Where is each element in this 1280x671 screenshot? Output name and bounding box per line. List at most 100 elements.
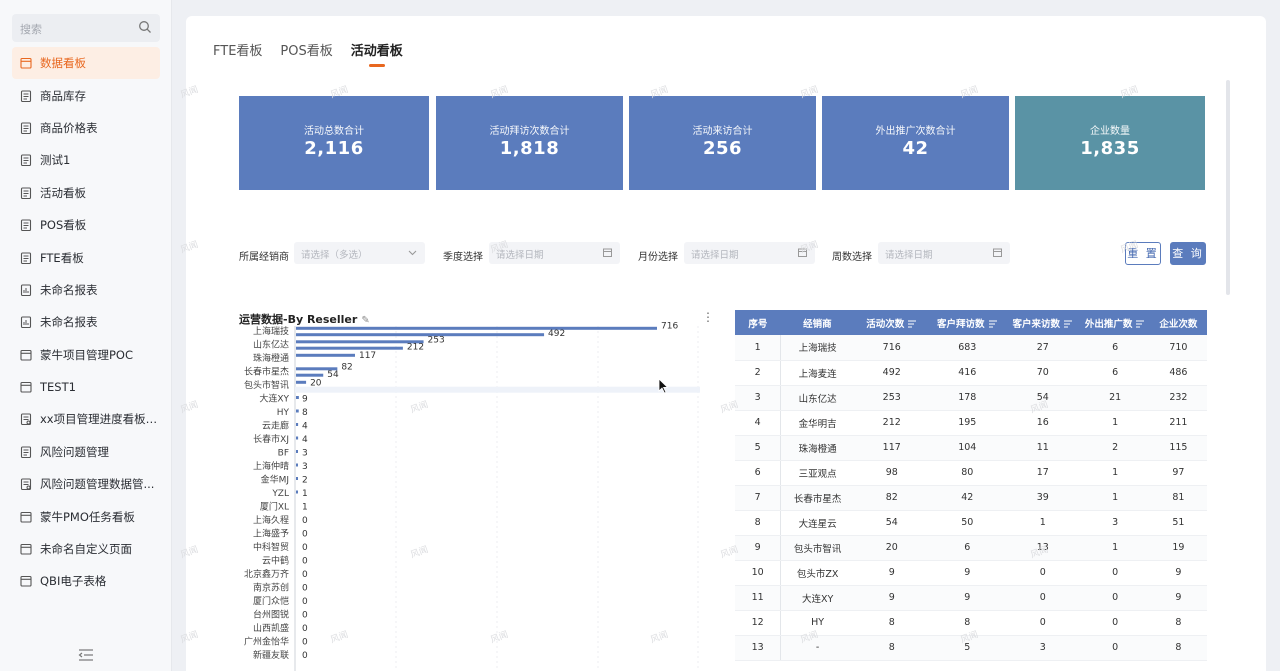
table-row[interactable]: 9 包头市智讯 20 6 13 1 19 <box>735 535 1207 561</box>
calendar-icon <box>993 248 1002 257</box>
table-cell: 3 <box>735 385 782 411</box>
table-cell: 70 <box>1005 360 1081 386</box>
doc-icon <box>20 251 32 264</box>
search-box[interactable]: 搜索 <box>12 14 160 42</box>
sidebar-item[interactable]: xx项目管理进度看板-... <box>12 403 160 435</box>
table-row[interactable]: 10 包头市ZX 9 9 0 0 9 <box>735 560 1207 586</box>
calendar-icon <box>20 349 32 361</box>
table-cell: 486 <box>1149 360 1207 386</box>
sidebar-item[interactable]: 风险问题管理 <box>12 436 160 468</box>
table-header-label: 活动次数 <box>866 318 905 330</box>
doc-icon <box>20 446 32 458</box>
bar <box>296 436 299 440</box>
data-label: 3 <box>302 449 308 459</box>
table-cell: 8 <box>1149 635 1207 661</box>
vertical-scrollbar[interactable] <box>1226 80 1230 295</box>
search-icon[interactable] <box>138 20 152 34</box>
table-row[interactable]: 5 珠海橙通 117 104 11 2 115 <box>735 435 1207 461</box>
table-cell: 9 <box>735 535 782 561</box>
y-axis-label: 云中鹤 <box>262 555 289 567</box>
y-axis-label: 长春市星杰 <box>244 366 289 378</box>
table-cell: 9 <box>1149 585 1207 611</box>
doc-icon <box>20 90 32 102</box>
table-cell: 0 <box>1005 610 1081 636</box>
table-cell: 117 <box>853 435 930 461</box>
sidebar-item[interactable]: 商品库存 <box>12 79 160 111</box>
y-axis-label: 金华MJ <box>261 474 289 486</box>
table-cell: 416 <box>929 360 1006 386</box>
sidebar-item[interactable]: FTE看板 <box>12 241 160 273</box>
sidebar-item-label: 未命名自定义页面 <box>40 542 132 557</box>
bar <box>296 380 307 384</box>
sidebar-item[interactable]: 测试1 <box>12 144 160 176</box>
sidebar-item[interactable]: 蒙牛PMO任务看板 <box>12 500 160 532</box>
bar <box>296 396 299 399</box>
sort-icon[interactable] <box>1063 320 1073 328</box>
table-cell: 8 <box>853 610 930 636</box>
sidebar-item[interactable]: 未命名报表 <box>12 306 160 338</box>
table-cell: 0 <box>1005 585 1081 611</box>
search-input[interactable]: 搜索 <box>20 21 42 37</box>
table-row[interactable]: 6 三亚观点 98 80 17 1 97 <box>735 460 1207 486</box>
table-header-cell[interactable]: 外出推广数 <box>1080 310 1150 335</box>
table-cell: 8 <box>853 635 930 661</box>
sidebar-item[interactable]: 商品价格表 <box>12 112 160 144</box>
table-header-cell[interactable]: 序号 <box>735 310 781 335</box>
sidebar-item[interactable]: TEST1 <box>12 371 160 403</box>
sort-icon[interactable] <box>1135 320 1145 328</box>
kpi-card: 外出推广次数合计 42 <box>822 96 1009 190</box>
table-header-label: 企业次数 <box>1159 318 1198 330</box>
sort-icon[interactable] <box>907 320 917 328</box>
collapse-menu-icon[interactable] <box>78 648 94 662</box>
table-row[interactable]: 8 大连星云 54 50 1 3 51 <box>735 510 1207 536</box>
y-axis-label: 中科智贸 <box>253 541 289 553</box>
table-header-cell[interactable]: 活动次数 <box>853 310 930 335</box>
sidebar-item[interactable]: 数据看板 <box>12 47 160 80</box>
table-row[interactable]: 4 金华明吉 212 195 16 1 211 <box>735 410 1207 436</box>
sidebar-item[interactable]: 活动看板 <box>12 177 160 209</box>
data-label: 212 <box>407 343 424 353</box>
query-button[interactable]: 查 询 <box>1170 242 1206 265</box>
sidebar-item-label: 数据看板 <box>40 56 86 71</box>
table-header-cell[interactable]: 经销商 <box>780 310 854 335</box>
y-axis-label: 云走廊 <box>262 420 289 432</box>
sidebar-item-label: 测试1 <box>40 153 71 168</box>
table-row[interactable]: 2 上海麦连 492 416 70 6 486 <box>735 360 1207 386</box>
form-icon <box>20 413 32 426</box>
table-cell: HY <box>780 610 854 636</box>
table-row[interactable]: 7 长春市星杰 82 42 39 1 81 <box>735 485 1207 511</box>
table-header-cell[interactable]: 客户拜访数 <box>929 310 1006 335</box>
sidebar: 搜索 数据看板 商品库存 商品价格表 测试1 活动看板 POS看板 FTE看板 未命名报表 未命… <box>0 0 172 671</box>
sidebar-item[interactable]: 风险问题管理数据管... <box>12 468 160 500</box>
sidebar-nav: 数据看板 商品库存 商品价格表 测试1 活动看板 POS看板 FTE看板 未命名报表 未命名报表… <box>0 47 172 598</box>
table-header-label: 序号 <box>748 318 768 330</box>
table-cell: 8 <box>1149 610 1207 636</box>
table-cell: 178 <box>929 385 1006 411</box>
table-row[interactable]: 11 大连XY 9 9 0 0 9 <box>735 585 1207 611</box>
table-cell: 20 <box>853 535 930 561</box>
y-axis-label: 山东亿达 <box>253 339 289 351</box>
table-cell: 253 <box>853 385 930 411</box>
table-cell: 710 <box>1149 335 1207 361</box>
sidebar-item[interactable]: POS看板 <box>12 209 160 241</box>
sidebar-item[interactable]: QBI电子表格 <box>12 565 160 597</box>
sort-icon[interactable] <box>988 320 998 328</box>
kpi-label: 企业数量 <box>1090 126 1130 137</box>
table-row[interactable]: 1 上海瑞技 716 683 27 6 710 <box>735 335 1207 361</box>
table-header-cell[interactable]: 企业次数 <box>1149 310 1207 335</box>
sidebar-item[interactable]: 蒙牛项目管理POC <box>12 339 160 371</box>
table-row[interactable]: 3 山东亿达 253 178 54 21 232 <box>735 385 1207 411</box>
data-label: 4 <box>302 422 308 432</box>
data-label: 0 <box>302 557 308 567</box>
sidebar-item[interactable]: 未命名自定义页面 <box>12 533 160 565</box>
table-cell: 12 <box>735 610 782 636</box>
table-header-row: 序号 经销商 活动次数 客户拜访数 客户来访数 外出推广数 企业次数 <box>735 310 1207 335</box>
table-cell: 0 <box>1080 560 1150 586</box>
table-cell: 1 <box>1080 410 1150 436</box>
table-header-cell[interactable]: 客户来访数 <box>1005 310 1081 335</box>
y-axis-label: 南京苏创 <box>253 582 289 594</box>
sidebar-item[interactable]: 未命名报表 <box>12 274 160 306</box>
week-date-placeholder: 请选择日期 <box>885 250 933 261</box>
calendar-icon <box>20 511 32 523</box>
week-date-picker[interactable]: 请选择日期 <box>878 242 1010 264</box>
